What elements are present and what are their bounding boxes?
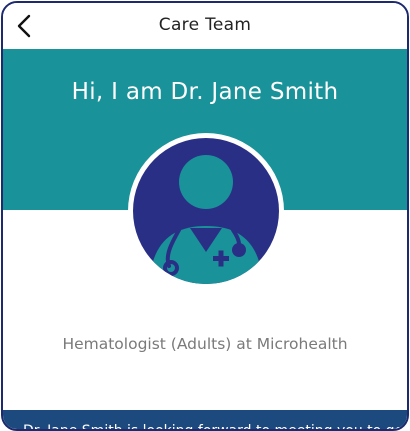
greeting-heading: Hi, I am Dr. Jane Smith — [71, 79, 339, 105]
bio-section: Dr. Jane Smith is looking forward to mee… — [3, 410, 407, 429]
app-frame: Care Team Hi, I am Dr. Jane Smith Hemato… — [1, 1, 409, 431]
page-title: Care Team — [158, 15, 252, 35]
top-bar: Care Team — [3, 3, 407, 49]
specialty-text: Hematologist (Adults) at Microhealth — [62, 335, 348, 353]
avatar — [127, 132, 285, 290]
doctor-avatar-icon — [128, 133, 284, 289]
